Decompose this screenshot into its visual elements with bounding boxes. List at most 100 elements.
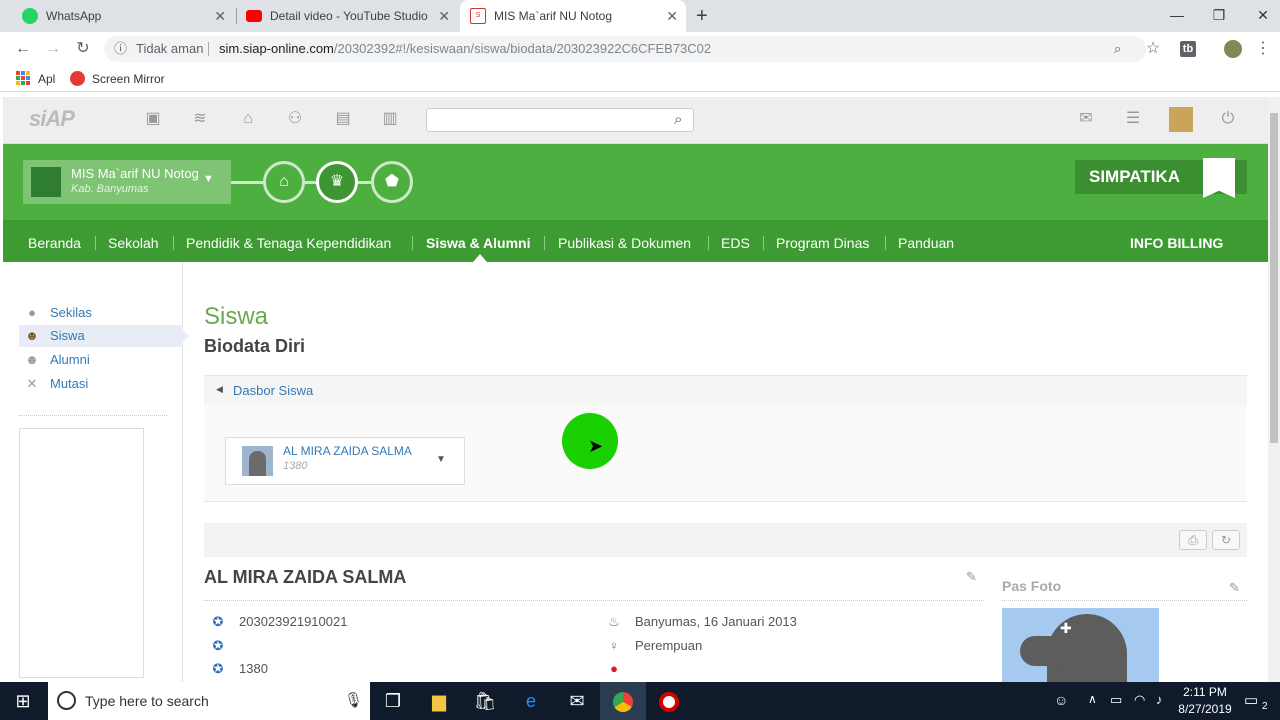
simpatika-label: SIMPATIKA [1089,167,1180,186]
zoom-icon[interactable]: ⌕ [1114,36,1121,62]
address-bar[interactable]: ⓘ Tidak aman sim.siap-online.com/2030239… [104,36,1146,62]
task-view-icon[interactable]: ❐ [370,682,416,720]
info-billing-link[interactable]: INFO BILLING [1130,220,1223,262]
whatsapp-icon [22,8,38,24]
file-explorer-icon[interactable]: ▆ [416,682,462,720]
new-tab-button[interactable]: + [696,5,708,28]
badge-icon: ✪ [212,614,224,629]
list-icon[interactable]: ☰ [1124,110,1142,128]
silhouette-icon [249,451,266,476]
chevron-down-icon[interactable]: ▼ [436,454,446,465]
menu-publikasi[interactable]: Publikasi & Dokumen [558,220,691,262]
print-button[interactable]: ⎙ [1179,530,1207,550]
sidebar-item-label: Alumni [50,352,90,367]
wifi-icon[interactable]: ◠ [1134,692,1145,708]
forward-button[interactable]: → [42,38,64,60]
edit-photo-icon[interactable]: ✎ [1229,580,1240,596]
breadcrumb: ◀ Dasbor Siswa [204,375,1247,405]
maximize-button[interactable]: ❐ [1196,4,1242,26]
search-icon[interactable]: ⌕ [674,111,682,128]
action-toolbar: ⎙ ↻ [204,523,1247,557]
chevron-up-icon[interactable]: ∧ [1088,692,1097,706]
tab-youtube-studio[interactable]: Detail video - YouTube Studio ✕ [236,0,458,32]
windows-start-icon[interactable]: ⊞ [0,682,46,720]
edit-pencil-icon[interactable]: ✎ [966,569,977,585]
photo-divider [1002,600,1247,601]
menu-icon[interactable]: ⋮ [1252,38,1274,60]
sidebar-item-sekilas[interactable]: ● Sekilas [19,302,183,324]
page-scrollbar[interactable] [1268,97,1280,682]
siap-logo[interactable]: siAP [29,106,75,132]
close-icon[interactable]: ✕ [438,8,450,25]
chrome-icon[interactable] [600,682,646,720]
power-icon[interactable]: ⏻ [1219,110,1237,128]
microphone-icon[interactable]: 🎙 [344,691,363,709]
school-icon[interactable]: ⌂ [239,110,257,128]
rss-icon[interactable]: ≋ [191,110,209,128]
clock-date[interactable]: 8/27/2019 [1176,702,1234,716]
battery-icon[interactable]: ▭ [1110,692,1122,708]
menu-panduan[interactable]: Panduan [898,220,954,262]
tab-whatsapp[interactable]: WhatsApp ✕ [12,0,234,32]
volume-icon[interactable]: ♪ [1156,692,1163,707]
scrollbar-thumb[interactable] [1270,113,1278,443]
back-to-dashboard-link[interactable]: Dasbor Siswa [233,383,313,398]
sidebar-item-mutasi[interactable]: ✕ Mutasi [19,373,183,395]
menu-beranda[interactable]: Beranda [28,220,81,262]
people-icon[interactable]: ☺ [1054,692,1068,708]
user-avatar[interactable] [1169,107,1193,132]
student-icon: ☻ [25,328,39,343]
mail-app-icon[interactable]: ✉ [554,682,600,720]
recorder-icon[interactable] [646,682,692,720]
menu-eds[interactable]: EDS [721,220,750,262]
edge-icon[interactable]: e [508,682,554,720]
info-icon[interactable]: ⓘ [114,36,127,62]
sidebar-panel [19,428,144,678]
school-selector[interactable]: MIS Ma`arif NU Notog Kab. Banyumas ▼ [23,160,231,204]
star-icon[interactable]: ☆ [1142,38,1164,60]
menu-divider [173,236,174,250]
student-photo: ✚ [1002,608,1159,682]
extension-icon[interactable]: tb [1180,41,1196,57]
tab-siap[interactable]: S MIS Ma`arif NU Notog ✕ [460,0,686,32]
url-text[interactable]: sim.siap-online.com/20302392#!/kesiswaan… [219,36,711,62]
clock-time[interactable]: 2:11 PM [1178,685,1232,699]
notifications-icon[interactable]: ▭ [1244,691,1258,709]
url-path: /20302392#!/kesiswaan/siswa/biodata/2030… [333,41,712,56]
bookmark-screen-mirror[interactable]: Screen Mirror [92,72,165,86]
reload-button[interactable]: ↻ [72,38,94,60]
back-button[interactable]: ← [12,38,34,60]
menu-program-dinas[interactable]: Program Dinas [776,220,869,262]
site-search-input[interactable]: ⌕ [426,108,694,132]
simpatika-logo [1203,158,1235,198]
bookmark-apps[interactable]: Apl [38,72,55,86]
close-icon[interactable]: ✕ [214,8,226,25]
student-select-id: 1380 [283,460,308,472]
info-icon: ● [28,305,36,320]
menu-sekolah[interactable]: Sekolah [108,220,159,262]
minimize-button[interactable]: — [1154,4,1200,26]
menu-pendidik[interactable]: Pendidik & Tenaga Kependidikan [186,220,391,262]
sidebar-item-alumni[interactable]: ☻ Alumni [19,349,183,371]
mail-icon[interactable]: ✉ [1077,110,1095,128]
cube-icon[interactable]: ▣ [144,110,162,128]
refresh-button[interactable]: ↻ [1212,530,1240,550]
profile-avatar[interactable] [1224,40,1242,58]
student-selector[interactable]: AL MIRA ZAIDA SALMA 1380 ▼ [225,437,465,485]
card-icon[interactable]: ▥ [381,110,399,128]
school-node-button[interactable]: ⌂ [263,161,305,203]
apps-icon[interactable] [16,71,30,85]
alumni-node-button[interactable]: ⬟ [371,161,413,203]
window-close-button[interactable]: ✕ [1240,4,1280,26]
taskbar-search[interactable]: Type here to search 🎙 [48,682,370,720]
student-node-button[interactable]: ♛ [316,161,358,203]
simpatika-button[interactable]: SIMPATIKA [1075,158,1247,198]
store-icon[interactable]: 🛍 [462,682,508,720]
people-icon[interactable]: ⚇ [286,110,304,128]
close-icon[interactable]: ✕ [666,8,678,25]
document-icon[interactable]: ▤ [334,110,352,128]
chevron-down-icon[interactable]: ▼ [203,173,214,185]
sidebar-item-siswa[interactable]: ☻ Siswa [19,325,189,347]
browser-toolbar: ← → ↻ ⓘ Tidak aman sim.siap-online.com/2… [0,32,1280,66]
caret-left-icon: ◀ [216,384,223,394]
